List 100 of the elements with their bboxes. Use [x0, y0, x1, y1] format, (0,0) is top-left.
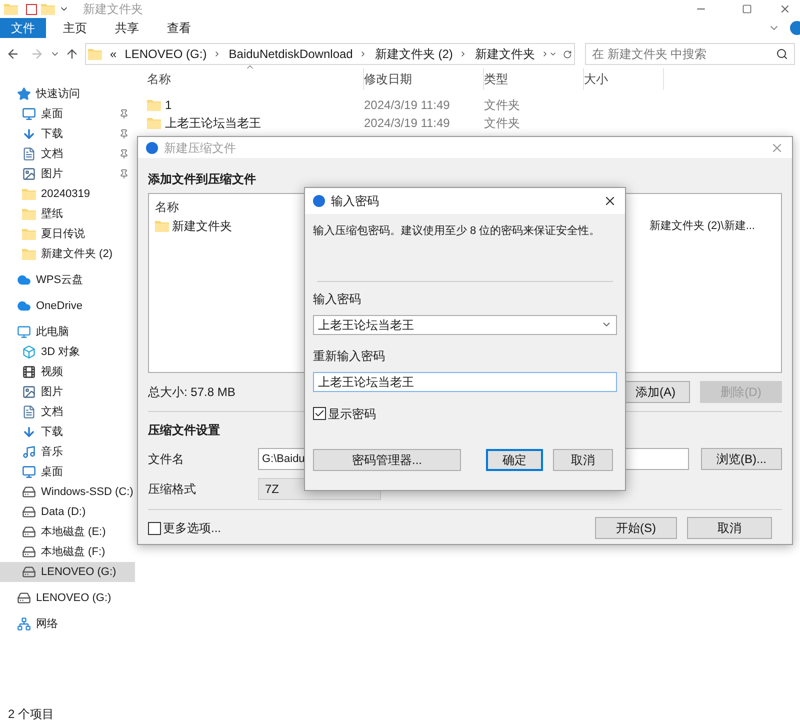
- refresh-icon[interactable]: [563, 48, 572, 60]
- sidebar-item[interactable]: 夏日传说: [0, 224, 135, 244]
- column-header[interactable]: 名称: [147, 68, 364, 90]
- sidebar-item[interactable]: 文档: [0, 144, 135, 164]
- document-icon: [22, 147, 36, 161]
- app-logo-icon: [313, 195, 325, 207]
- sidebar-item[interactable]: 本地磁盘 (E:): [0, 522, 135, 542]
- overflow-chevron[interactable]: «: [110, 45, 117, 63]
- sidebar-item[interactable]: 本地磁盘 (F:): [0, 542, 135, 562]
- network-icon: [17, 617, 31, 631]
- sidebar-item[interactable]: OneDrive: [0, 296, 135, 316]
- sidebar-item[interactable]: 文档: [0, 402, 135, 422]
- star-icon: [17, 87, 31, 101]
- sidebar-item[interactable]: 视频: [0, 362, 135, 382]
- sidebar-item[interactable]: 桌面: [0, 462, 135, 482]
- password-combo-field[interactable]: 上老王论坛当老王: [313, 314, 617, 334]
- search-icon: [776, 48, 788, 60]
- monitor-icon: [22, 107, 36, 121]
- type-cell-text: 文件夹: [484, 115, 521, 132]
- folder-icon: [22, 188, 36, 200]
- down-arrow-icon: [22, 127, 36, 141]
- column-header[interactable]: 修改日期: [364, 68, 484, 90]
- checkbox[interactable]: [313, 407, 326, 420]
- dialog-title: 输入密码: [331, 193, 380, 210]
- file-name[interactable]: 上老王论坛当老王: [165, 114, 261, 132]
- folder-icon: [22, 208, 36, 220]
- column-header: 名称: [155, 199, 179, 216]
- ok-button[interactable]: 确定: [486, 448, 543, 470]
- sidebar-item[interactable]: LENOVEO (G:): [0, 562, 135, 582]
- pin-icon[interactable]: [119, 169, 129, 179]
- breadcrumb[interactable]: LENOVEO (G:): [124, 45, 207, 63]
- film-icon: [22, 365, 36, 379]
- column-header[interactable]: 类型: [484, 68, 584, 90]
- ribbon-tab[interactable]: 共享: [104, 18, 150, 38]
- pin-icon[interactable]: [119, 149, 129, 159]
- type-cell-text: 文件夹: [484, 97, 521, 114]
- sidebar-item[interactable]: 快速访问: [0, 84, 135, 104]
- ribbon-tab[interactable]: 查看: [156, 18, 202, 38]
- breadcrumb[interactable]: 新建文件夹 (2): [374, 45, 453, 63]
- ribbon-tab[interactable]: 主页: [52, 18, 98, 38]
- address-bar[interactable]: « LENOVEO (G:) BaiduNetdiskDownload 新建文件夹 (2) 新建文件夹: [85, 43, 575, 65]
- checkbox-label[interactable]: 更多选项...: [163, 519, 222, 537]
- file-name[interactable]: 1: [165, 96, 172, 114]
- status-text: 2 个项目: [8, 706, 54, 723]
- properties-icon[interactable]: [26, 4, 37, 14]
- maximize-icon: [742, 4, 752, 14]
- sidebar-item[interactable]: Windows-SSD (C:): [0, 482, 135, 502]
- cancel-button[interactable]: 取消: [553, 448, 613, 470]
- confirm-password-field[interactable]: 上老王论坛当老王: [313, 372, 617, 392]
- folder-icon: [41, 3, 55, 15]
- sidebar-item[interactable]: 下载: [0, 124, 135, 144]
- close-icon: [779, 3, 791, 15]
- folder-icon: [147, 99, 161, 111]
- field-label: 输入密码: [313, 290, 362, 308]
- search-field[interactable]: 在 新建文件夹 中搜索: [585, 43, 795, 65]
- sidebar-item[interactable]: 3D 对象: [0, 342, 135, 362]
- breadcrumb[interactable]: 新建文件夹: [474, 45, 535, 63]
- sidebar-item[interactable]: WPS云盘: [0, 270, 135, 290]
- sidebar-item[interactable]: 新建文件夹 (2): [0, 244, 135, 264]
- start-button[interactable]: 开始(S): [595, 517, 677, 539]
- sidebar-item[interactable]: Data (D:): [0, 502, 135, 522]
- sidebar-item[interactable]: 壁纸: [0, 204, 135, 224]
- field-label: 压缩格式: [148, 481, 197, 498]
- back-icon[interactable]: [6, 47, 20, 61]
- monitor-icon: [22, 465, 36, 479]
- pin-icon[interactable]: [119, 109, 129, 119]
- picture-icon: [22, 385, 36, 399]
- browse-button[interactable]: 浏览(B)...: [701, 448, 782, 470]
- computer-icon: [17, 325, 31, 339]
- field-label: 文件名: [148, 451, 185, 468]
- drive-icon: [22, 545, 36, 559]
- password-manager-button[interactable]: 密码管理器...: [313, 448, 461, 470]
- sidebar-item[interactable]: 桌面: [0, 104, 135, 124]
- sidebar-item[interactable]: 图片: [0, 164, 135, 184]
- sidebar-item[interactable]: 图片: [0, 382, 135, 402]
- up-icon[interactable]: [65, 47, 79, 61]
- dialog-description: 输入压缩包密码。建议使用至少 8 位的密码来保证安全性。: [313, 224, 602, 239]
- app-logo-icon: [146, 142, 158, 154]
- cube-icon: [22, 345, 36, 359]
- sidebar-item[interactable]: 20240319: [0, 184, 135, 204]
- sidebar-item[interactable]: 音乐: [0, 442, 135, 462]
- section-title: 压缩文件设置: [148, 422, 221, 439]
- picture-icon: [22, 167, 36, 181]
- folder-icon: [22, 228, 36, 240]
- checkbox[interactable]: [148, 522, 161, 534]
- close-icon[interactable]: [603, 194, 617, 208]
- drive-icon: [22, 525, 36, 539]
- breadcrumb[interactable]: BaiduNetdiskDownload: [228, 45, 353, 63]
- sidebar-item[interactable]: 网络: [0, 614, 135, 634]
- sidebar-item[interactable]: LENOVEO (G:): [0, 588, 135, 608]
- cancel-button[interactable]: 取消: [687, 517, 772, 539]
- cloud-icon: [17, 273, 31, 287]
- sidebar-item[interactable]: 下载: [0, 422, 135, 442]
- column-header[interactable]: 大小: [584, 68, 664, 90]
- pin-icon[interactable]: [119, 129, 129, 139]
- date-cell-text: 2024/3/19 11:49: [364, 97, 451, 114]
- help-icon[interactable]: [790, 21, 800, 35]
- ribbon-tab[interactable]: 文件: [0, 18, 46, 38]
- checkbox-label[interactable]: 显示密码: [328, 404, 376, 422]
- sidebar-item[interactable]: 此电脑: [0, 322, 135, 342]
